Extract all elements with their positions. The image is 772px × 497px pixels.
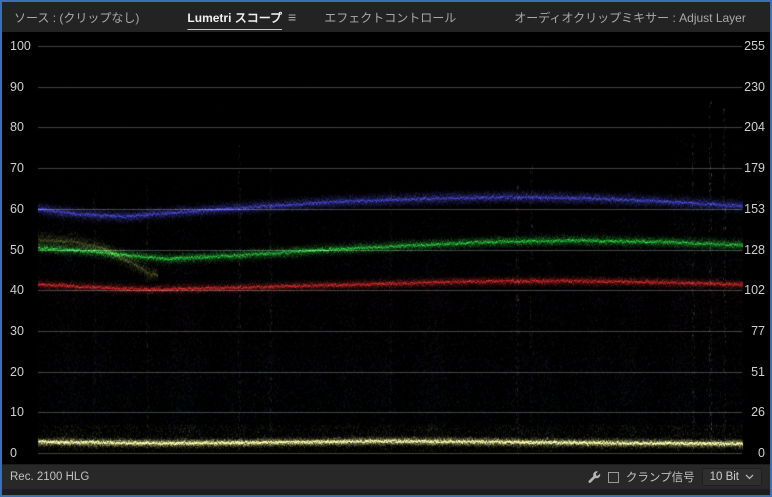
left-axis-label: 30 bbox=[10, 324, 24, 338]
right-axis-label: 255 bbox=[744, 39, 765, 53]
left-axis-label: 50 bbox=[10, 243, 24, 257]
left-axis-label: 100 bbox=[10, 39, 31, 53]
left-axis-label: 90 bbox=[10, 80, 24, 94]
bit-depth-value: 10 Bit bbox=[709, 471, 739, 483]
tab-source[interactable]: ソース : (クリップなし) bbox=[2, 9, 151, 26]
left-axis-label: 60 bbox=[10, 202, 24, 216]
right-axis-label: 26 bbox=[751, 405, 765, 419]
left-axis-label: 80 bbox=[10, 120, 24, 134]
status-bar-controls: クランプ信号 10 Bit bbox=[588, 468, 762, 486]
bit-depth-dropdown[interactable]: 10 Bit bbox=[701, 468, 762, 486]
tab-audio-clip-mixer[interactable]: オーディオクリップミキサー : Adjust Layer bbox=[502, 9, 758, 26]
clamp-signal-checkbox[interactable] bbox=[607, 471, 619, 483]
clamp-signal-label: クランプ信号 bbox=[625, 472, 695, 484]
tab-effect-controls[interactable]: エフェクトコントロール bbox=[312, 9, 468, 26]
status-bar: Rec. 2100 HLG クランプ信号 10 Bit bbox=[2, 464, 770, 489]
wrench-icon bbox=[588, 470, 601, 483]
right-axis-label: 204 bbox=[744, 120, 765, 134]
panel-tab-bar: ソース : (クリップなし) Lumetri スコープ ≡ エフェクトコントロー… bbox=[2, 2, 770, 32]
right-axis-label: 77 bbox=[751, 324, 765, 338]
right-axis-label: 102 bbox=[744, 283, 765, 297]
waveform-scope: 100 90 80 70 60 50 40 30 20 10 0 255 230… bbox=[2, 32, 770, 464]
left-axis-label: 10 bbox=[10, 405, 24, 419]
lumetri-scopes-panel: ソース : (クリップなし) Lumetri スコープ ≡ エフェクトコントロー… bbox=[0, 0, 772, 497]
panel-bottom-edge bbox=[2, 489, 770, 495]
right-axis-label: 230 bbox=[744, 80, 765, 94]
right-axis-label: 0 bbox=[758, 446, 765, 460]
left-axis-label: 70 bbox=[10, 161, 24, 175]
chevron-down-icon bbox=[745, 474, 754, 480]
right-axis-label: 179 bbox=[744, 161, 765, 175]
tab-lumetri-scopes[interactable]: Lumetri スコープ bbox=[175, 9, 294, 26]
right-axis-label: 51 bbox=[751, 365, 765, 379]
colorspace-label: Rec. 2100 HLG bbox=[10, 471, 90, 483]
panel-menu-icon[interactable]: ≡ bbox=[288, 9, 306, 25]
left-axis-label: 0 bbox=[10, 446, 17, 460]
wrench-settings-icon[interactable] bbox=[588, 470, 601, 484]
right-axis-label: 153 bbox=[744, 202, 765, 216]
waveform-canvas bbox=[2, 32, 770, 464]
left-axis-label: 20 bbox=[10, 365, 24, 379]
right-axis-label: 128 bbox=[744, 243, 765, 257]
left-axis-label: 40 bbox=[10, 283, 24, 297]
